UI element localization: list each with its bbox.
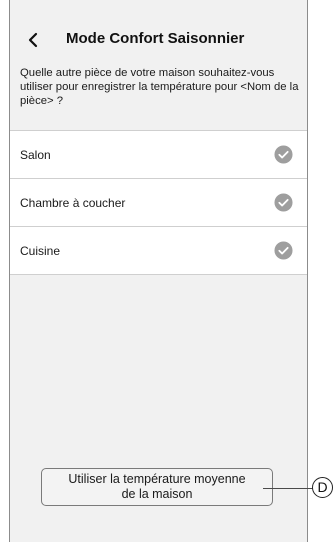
check-circle-icon xyxy=(274,193,293,212)
button-label-line1: Utiliser la température moyenne xyxy=(68,472,246,486)
chevron-left-icon xyxy=(28,32,38,48)
check-circle-icon xyxy=(274,241,293,260)
use-average-temperature-button[interactable]: Utiliser la température moyenne de la ma… xyxy=(41,468,273,506)
phone-screen: Mode Confort Saisonnier Quelle autre piè… xyxy=(9,0,308,542)
check-circle-icon xyxy=(274,145,293,164)
page-title: Mode Confort Saisonnier xyxy=(66,30,245,47)
button-label-line2: de la maison xyxy=(121,487,193,501)
back-button[interactable] xyxy=(24,30,44,50)
room-label: Salon xyxy=(20,148,51,162)
room-item-cuisine[interactable]: Cuisine xyxy=(10,226,307,275)
question-text: Quelle autre pièce de votre maison souha… xyxy=(20,67,299,107)
page-header: Mode Confort Saisonnier Quelle autre piè… xyxy=(10,0,307,130)
room-item-salon[interactable]: Salon xyxy=(10,130,307,178)
callout-leader-line xyxy=(263,488,313,489)
room-list: Salon Chambre à coucher Cuisine xyxy=(10,130,307,275)
room-label: Cuisine xyxy=(20,244,61,258)
callout-marker: D xyxy=(312,477,333,498)
room-label: Chambre à coucher xyxy=(20,196,126,210)
room-item-chambre[interactable]: Chambre à coucher xyxy=(10,178,307,226)
